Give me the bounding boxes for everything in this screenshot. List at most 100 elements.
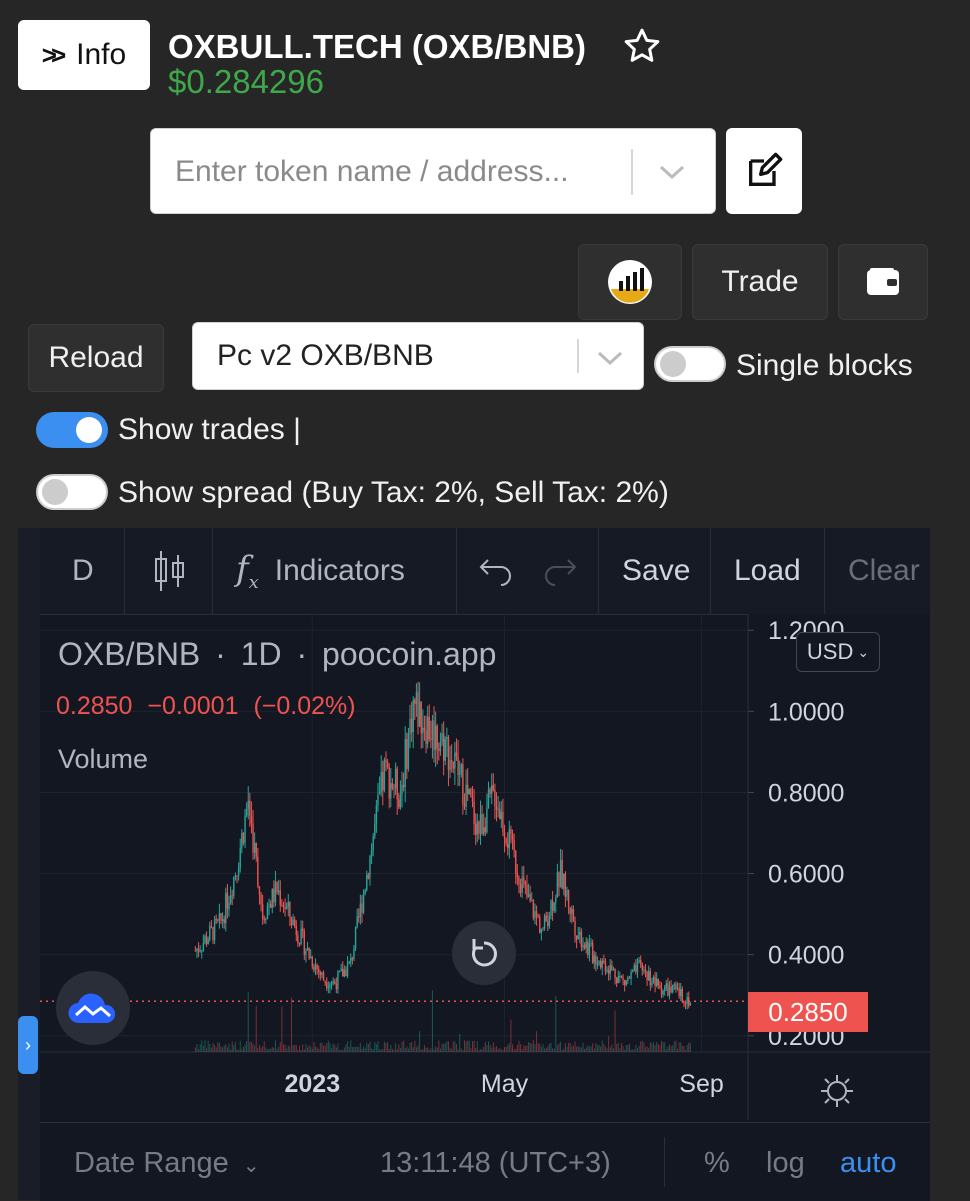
indicators-button[interactable]: fx Indicators <box>236 528 405 614</box>
volume-bar <box>294 1044 296 1052</box>
token-search[interactable] <box>150 128 716 214</box>
load-button[interactable]: Load <box>734 528 801 614</box>
volume-bar <box>358 1047 360 1052</box>
undo-icon[interactable] <box>478 528 514 614</box>
volume-bar <box>332 1043 334 1052</box>
candles-icon[interactable] <box>152 528 186 614</box>
candle <box>474 824 477 835</box>
search-input[interactable] <box>173 147 617 197</box>
volume-bar <box>359 1043 361 1052</box>
candle <box>579 931 581 936</box>
volume-bar <box>364 1048 366 1052</box>
candle <box>215 919 217 921</box>
edit-button[interactable] <box>726 128 802 214</box>
price-chart[interactable]: 1.20001.00000.80000.60000.40000.2000 202… <box>18 614 930 1120</box>
save-button[interactable]: Save <box>622 528 690 614</box>
volume-bar <box>262 1046 264 1052</box>
candle <box>209 926 211 940</box>
auto-button[interactable]: auto <box>840 1147 896 1180</box>
candle <box>282 905 285 908</box>
candle <box>620 975 623 978</box>
wallet-button[interactable] <box>838 244 928 320</box>
redo-icon[interactable] <box>542 528 578 614</box>
candle <box>261 904 264 919</box>
candle <box>547 921 549 927</box>
volume-bar <box>539 1043 541 1052</box>
reload-button[interactable]: Reload <box>28 324 164 392</box>
candle <box>672 984 674 992</box>
volume-bar <box>414 1040 416 1052</box>
candle <box>396 768 398 800</box>
wallet-icon <box>867 268 899 295</box>
candle <box>241 832 243 849</box>
info-button[interactable]: >> Info <box>18 20 150 90</box>
candle <box>300 928 302 944</box>
volume-bar <box>640 1041 642 1052</box>
chevron-down-icon[interactable] <box>593 347 627 369</box>
candle <box>652 976 655 983</box>
volume-bar <box>372 1049 374 1052</box>
volume-bar <box>436 1047 438 1052</box>
candle <box>225 892 227 924</box>
candle <box>627 977 629 981</box>
candle <box>414 699 416 704</box>
chart-app-button[interactable] <box>578 244 682 320</box>
clear-button[interactable]: Clear <box>848 528 930 614</box>
volume-bar <box>619 1048 621 1052</box>
candle <box>518 877 520 885</box>
volume-bar <box>611 1044 613 1052</box>
candle <box>314 965 317 971</box>
volume-bar <box>326 1042 328 1052</box>
percent-button[interactable]: % <box>704 1147 730 1180</box>
candle <box>388 766 390 799</box>
candle <box>649 971 651 986</box>
show-spread-toggle[interactable] <box>36 474 108 510</box>
date-range-button[interactable]: Date Range ⌄ <box>74 1147 260 1180</box>
reset-chart-button[interactable] <box>452 921 516 985</box>
y-tick-label: 0.6000 <box>768 861 844 889</box>
divider <box>577 339 579 373</box>
volume-bar <box>685 1049 687 1052</box>
cloud-logo[interactable] <box>56 971 130 1045</box>
chevron-down-icon: ⌄ <box>242 1155 260 1177</box>
volume-bar <box>622 1045 624 1052</box>
side-panel-toggle[interactable]: › <box>18 1016 38 1074</box>
volume-bar <box>670 1045 672 1052</box>
candle <box>318 968 320 973</box>
volume-bar <box>625 1045 627 1052</box>
show-trades-toggle[interactable] <box>36 412 108 448</box>
interval-button[interactable]: D <box>72 528 94 614</box>
volume-bar <box>577 1045 579 1052</box>
candle <box>265 919 267 921</box>
single-blocks-toggle[interactable] <box>654 346 726 382</box>
candle <box>641 963 643 971</box>
star-icon[interactable] <box>622 26 662 66</box>
candle <box>306 947 309 951</box>
volume-bar <box>247 992 249 1052</box>
volume-bar <box>268 1048 270 1052</box>
candle <box>410 718 413 733</box>
candle <box>657 978 659 986</box>
candle <box>366 874 368 891</box>
edit-icon <box>749 152 783 186</box>
volume-bar <box>361 1048 363 1052</box>
trade-button[interactable]: Trade <box>692 244 828 320</box>
candle <box>308 947 310 959</box>
chevron-down-icon[interactable] <box>655 161 689 183</box>
candle <box>277 890 280 893</box>
candle <box>334 981 336 984</box>
legend-symbol: OXB/BNB <box>58 636 201 672</box>
volume-bar <box>628 1043 630 1052</box>
candle <box>529 893 531 901</box>
candle <box>588 943 591 955</box>
chart-widget[interactable]: D fx Indicators Save Load Clear 1.0000 0… <box>18 528 930 1201</box>
candle <box>204 936 206 943</box>
volume-bar <box>471 1041 473 1052</box>
pair-select[interactable]: Pc v2 OXB/BNB <box>192 322 644 390</box>
currency-select[interactable]: USD ⌄ <box>796 632 880 672</box>
volume-bar <box>455 1043 457 1052</box>
volume-bar <box>281 1006 283 1052</box>
log-button[interactable]: log <box>766 1147 805 1180</box>
settings-icon[interactable] <box>818 1072 856 1110</box>
volume-bar <box>457 1049 459 1052</box>
